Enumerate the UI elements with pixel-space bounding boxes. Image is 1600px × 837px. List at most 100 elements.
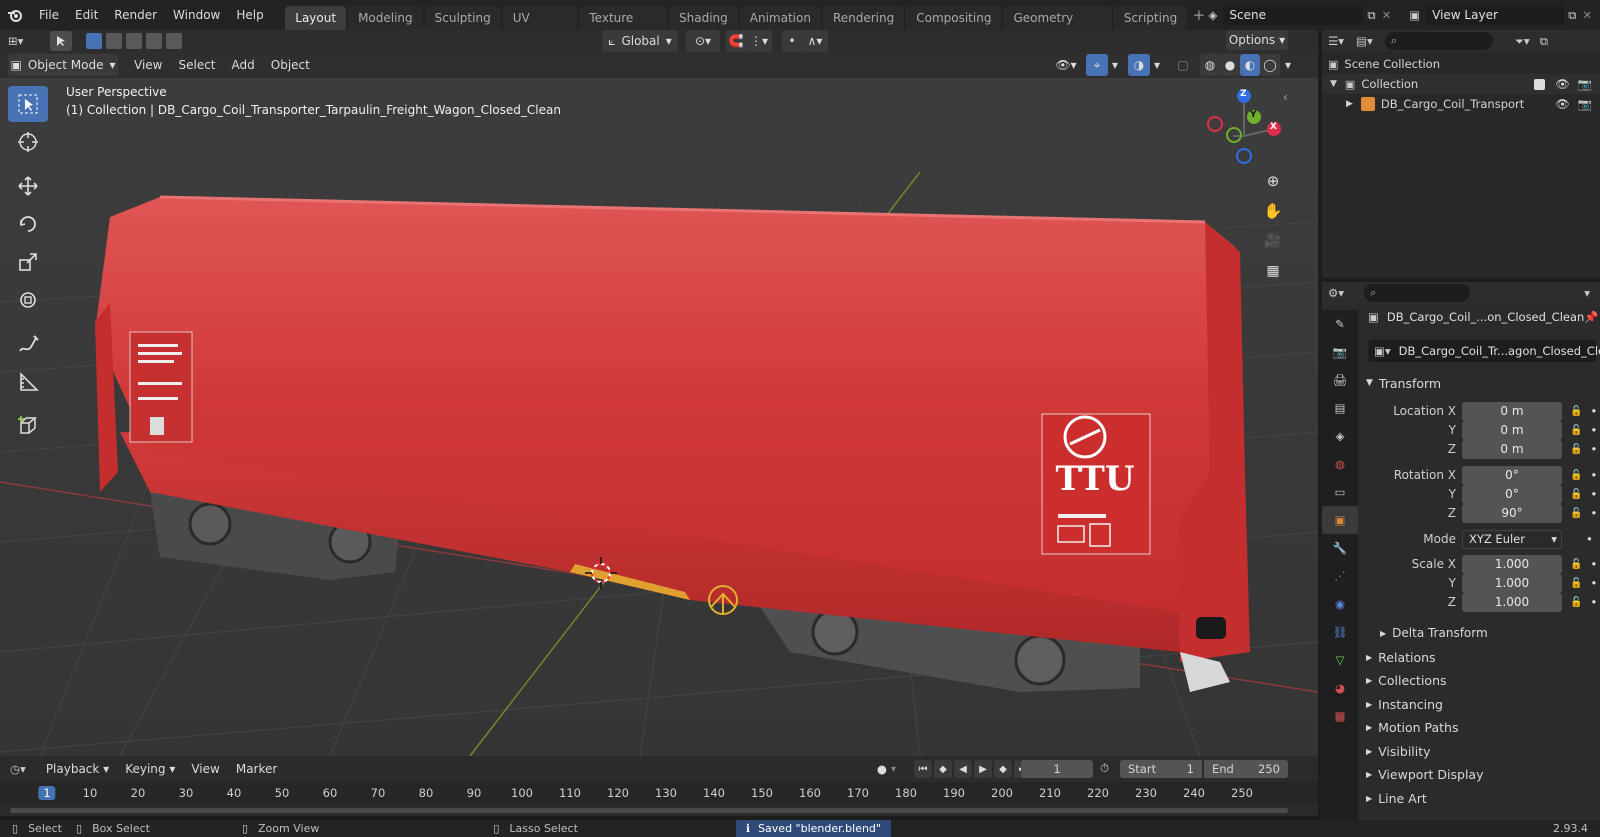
scene-tab-icon[interactable]: ◈: [1322, 422, 1358, 450]
falloff-dropdown[interactable]: ∧▾: [802, 30, 828, 52]
panel-motion-paths[interactable]: ▶ Motion Paths: [1358, 717, 1600, 739]
keyframe-dot-icon[interactable]: •: [1590, 404, 1597, 418]
shading-dropdown[interactable]: ▾: [1280, 54, 1296, 76]
menu-edit[interactable]: Edit: [67, 0, 106, 30]
new-collection-icon[interactable]: ⧉: [1540, 34, 1548, 49]
workspace-tab-texture-paint[interactable]: Texture Paint: [579, 6, 667, 49]
pivot-dropdown[interactable]: ⊙▾: [686, 30, 720, 52]
panel-collections[interactable]: ▶ Collections: [1358, 670, 1600, 692]
select-tool-button[interactable]: [50, 31, 72, 51]
mode-extend-icon[interactable]: [106, 33, 122, 49]
workspace-tab-geometry-nodes[interactable]: Geometry Nodes: [1003, 6, 1112, 49]
proportional-edit-toggle[interactable]: •: [782, 30, 802, 52]
object-name-field[interactable]: DB_Cargo_Coil_...on_Closed_Clean: [1387, 310, 1584, 324]
viewport-menu-view[interactable]: View: [126, 58, 170, 72]
render-camera-icon[interactable]: 📷: [1578, 77, 1592, 91]
move-tool[interactable]: [8, 168, 48, 204]
expand-right-icon[interactable]: ▶: [1346, 99, 1353, 109]
panel-visibility[interactable]: ▶ Visibility: [1358, 740, 1600, 762]
timeline-menu-marker[interactable]: Marker: [228, 762, 285, 776]
shading-rendered-button[interactable]: ◯: [1260, 54, 1280, 76]
workspace-tab-scripting[interactable]: Scripting: [1113, 6, 1188, 30]
zoom-icon[interactable]: ⊕: [1260, 166, 1286, 196]
lock-icon[interactable]: 🔓: [1570, 578, 1582, 589]
annotate-tool[interactable]: [8, 326, 48, 362]
particles-tab-icon[interactable]: ⋰: [1322, 562, 1358, 590]
status-report[interactable]: ℹ Saved "blender.blend": [735, 820, 891, 837]
data-block-row[interactable]: ▣▾ DB_Cargo_Coil_Tr...agon_Closed_Clean: [1368, 340, 1600, 362]
lock-icon[interactable]: 🔓: [1570, 508, 1582, 519]
outliner-editor-type-icon[interactable]: ☰▾: [1328, 34, 1344, 48]
shading-solid-button[interactable]: ●: [1220, 54, 1240, 76]
lock-icon[interactable]: 🔓: [1570, 470, 1582, 481]
outliner-row-object[interactable]: ▶ DB_Cargo_Coil_Transport 👁 📷: [1322, 94, 1600, 114]
keyframe-dot-icon[interactable]: •: [1590, 423, 1597, 437]
lock-icon[interactable]: 🔓: [1570, 597, 1582, 608]
snap-toggle[interactable]: 🧲: [726, 30, 746, 52]
rotate-tool[interactable]: [8, 206, 48, 242]
mode-intersect-icon[interactable]: [166, 33, 182, 49]
workspace-tab-compositing[interactable]: Compositing: [906, 6, 1002, 30]
jump-keyframe-back-icon[interactable]: ◆: [934, 760, 952, 778]
mode-subtract-icon[interactable]: [126, 33, 142, 49]
orientation-dropdown[interactable]: ⟀ Global ▾: [602, 30, 678, 52]
keyframe-dot-icon[interactable]: •: [1590, 506, 1597, 520]
preview-range-icon[interactable]: ⏱: [1100, 761, 1109, 776]
shading-material-button[interactable]: ◐: [1240, 54, 1260, 76]
timeline-ruler[interactable]: 1 10 20 30 40 50 60 70 80 90 100 110 120 130 140 150 160…: [0, 782, 1318, 804]
jump-keyframe-forward-icon[interactable]: ◆: [994, 760, 1012, 778]
workspace-tab-rendering[interactable]: Rendering: [822, 6, 905, 30]
measure-tool[interactable]: [8, 364, 48, 400]
location-x-field[interactable]: 0 m: [1462, 401, 1562, 421]
jump-start-icon[interactable]: ⏮: [914, 760, 932, 778]
keyframe-dot-icon[interactable]: •: [1590, 595, 1597, 609]
timeline-menu-playback[interactable]: Playback ▾: [38, 762, 117, 776]
select-mode-buttons[interactable]: [86, 33, 182, 49]
play-reverse-icon[interactable]: ◀: [954, 760, 972, 778]
options-dropdown[interactable]: Options ▾: [1226, 30, 1288, 50]
viewport-menu-object[interactable]: Object: [263, 58, 318, 72]
timeline-editor-type-icon[interactable]: ◷▾: [10, 762, 26, 776]
object-tab-icon[interactable]: ▣: [1322, 506, 1358, 534]
scale-z-field[interactable]: 1.000: [1462, 592, 1562, 612]
outliner-row-collection[interactable]: ▼ ▣ Collection 👁 📷: [1322, 74, 1600, 94]
add-cube-tool[interactable]: [8, 408, 48, 444]
constraint-tab-icon[interactable]: ⛓: [1322, 618, 1358, 646]
keying-dropdown-icon[interactable]: ▾: [891, 764, 896, 775]
gizmo-toggle[interactable]: ⌖: [1086, 54, 1108, 76]
delete-view-layer-icon[interactable]: ✕: [1582, 8, 1592, 22]
properties-search-input[interactable]: ⌕: [1364, 284, 1471, 302]
collection-tab-icon[interactable]: ▭: [1322, 478, 1358, 506]
modifier-tab-icon[interactable]: 🔧: [1322, 534, 1358, 562]
keyframe-dot-icon[interactable]: •: [1590, 442, 1597, 456]
menu-file[interactable]: File: [31, 0, 67, 30]
eye-icon[interactable]: 👁: [1555, 97, 1570, 111]
location-z-field[interactable]: 0 m: [1462, 439, 1562, 459]
record-icon[interactable]: ●: [877, 762, 887, 776]
scale-x-field[interactable]: 1.000: [1462, 554, 1562, 574]
workspace-tab-sculpting[interactable]: Sculpting: [424, 6, 501, 30]
workspace-tab-modeling[interactable]: Modeling: [348, 6, 423, 30]
start-frame-field[interactable]: Start 1: [1120, 760, 1202, 778]
menu-window[interactable]: Window: [165, 0, 228, 30]
workspace-tab-animation[interactable]: Animation: [739, 6, 821, 30]
mode-invert-icon[interactable]: [146, 33, 162, 49]
gizmo-dropdown[interactable]: ▾: [1108, 54, 1122, 76]
camera-view-icon[interactable]: 🎥: [1260, 226, 1286, 256]
current-frame-field[interactable]: 1: [1021, 760, 1093, 778]
filter-icon[interactable]: ⏷▾: [1515, 34, 1530, 49]
shading-wireframe-button[interactable]: ◍: [1200, 54, 1220, 76]
transform-panel-header[interactable]: ▼ Transform: [1358, 372, 1600, 394]
keyframe-dot-icon[interactable]: •: [1590, 468, 1597, 482]
display-mode-icon[interactable]: ▤▾: [1356, 34, 1373, 48]
scale-y-field[interactable]: 1.000: [1462, 573, 1562, 593]
snap-element-dropdown[interactable]: ⋮▾: [746, 30, 772, 52]
scene-field[interactable]: Scene: [1223, 5, 1364, 25]
view-layer-selector[interactable]: ▣ View Layer ⧉ ✕: [1409, 5, 1592, 25]
scale-tool[interactable]: [8, 244, 48, 280]
timeline-scrollbar[interactable]: [10, 808, 1288, 813]
delete-scene-icon[interactable]: ✕: [1382, 8, 1392, 22]
keyframe-dot-icon[interactable]: •: [1586, 532, 1593, 546]
scene-selector[interactable]: ◈ Scene ⧉ ✕: [1209, 5, 1392, 25]
properties-editor-type-icon[interactable]: ⚙▾: [1328, 286, 1344, 300]
